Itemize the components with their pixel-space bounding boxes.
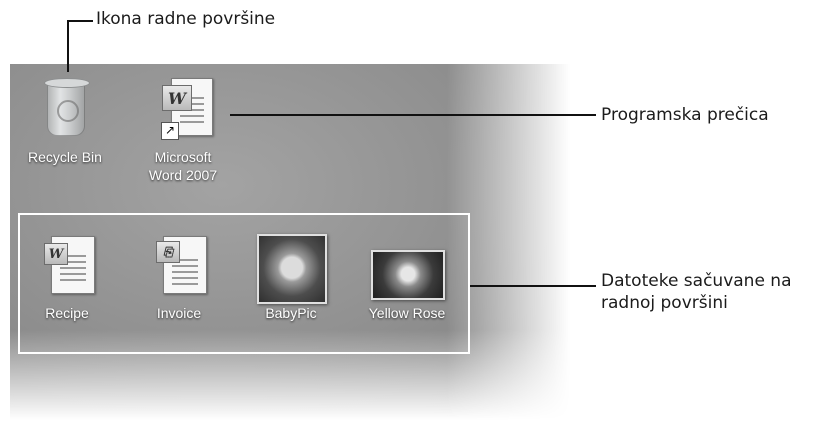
callout-line <box>470 285 596 287</box>
icon-label: BabyPic <box>265 305 317 321</box>
callout-saved-files-line1: Datoteke sačuvane na <box>601 271 792 291</box>
desktop-icon-recycle-bin[interactable]: Recycle Bin <box>10 76 120 166</box>
callout-program-shortcut: Programska prečica <box>601 105 769 125</box>
callout-line <box>67 20 93 22</box>
callout-line <box>67 20 69 72</box>
recycle-bin-icon <box>35 76 95 140</box>
icon-label: Yellow Rose <box>368 305 446 321</box>
desktop-file-recipe[interactable]: W Recipe <box>12 232 122 322</box>
desktop-file-invoice[interactable]: ⎘ Invoice <box>124 232 234 322</box>
desktop-icon-word-shortcut[interactable]: W ↗ Microsoft Word 2007 <box>128 76 238 184</box>
document-icon: ⎘ <box>149 232 209 296</box>
word-document-icon: W <box>37 232 97 296</box>
icon-label: Invoice <box>156 305 202 321</box>
icon-label: Recipe <box>45 305 89 321</box>
word-shortcut-icon: W ↗ <box>153 76 213 140</box>
callout-saved-files: Datoteke sačuvane na radnoj površini <box>601 270 792 314</box>
callout-saved-files-line2: radnoj površini <box>601 293 728 313</box>
desktop-file-babypic[interactable]: BabyPic <box>236 232 346 322</box>
photo-icon <box>257 232 327 304</box>
callout-desktop-icon: Ikona radne površine <box>96 9 276 29</box>
icon-label: Microsoft Word 2007 <box>148 149 218 183</box>
photo-icon <box>371 232 445 300</box>
callout-line <box>230 114 596 116</box>
desktop-file-yellow-rose[interactable]: Yellow Rose <box>352 232 462 322</box>
icon-label: Recycle Bin <box>28 149 102 165</box>
shortcut-arrow-icon: ↗ <box>161 122 179 140</box>
